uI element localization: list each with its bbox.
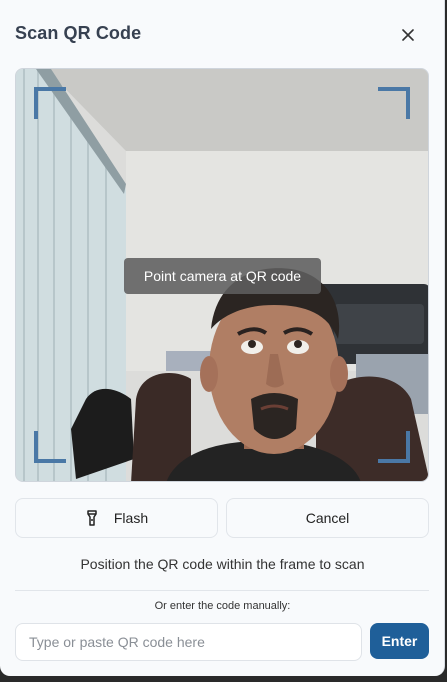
frame-corner-top-right <box>378 87 410 119</box>
flash-label: Flash <box>113 510 149 526</box>
cancel-label: Cancel <box>305 510 350 526</box>
flash-button[interactable]: Flash <box>15 498 218 538</box>
frame-corner-top-left <box>34 87 66 119</box>
manual-entry-label: Or enter the code manually: <box>154 600 291 612</box>
frame-corner-bottom-right <box>378 431 410 463</box>
close-icon <box>402 29 414 41</box>
scan-instructions: Position the QR code within the frame to… <box>80 556 365 572</box>
flashlight-icon <box>87 510 97 526</box>
camera-viewfinder: Point camera at QR code <box>15 68 429 482</box>
cancel-button[interactable]: Cancel <box>226 498 429 538</box>
close-button[interactable] <box>398 25 418 45</box>
divider <box>15 590 429 591</box>
qr-code-input[interactable] <box>15 623 362 661</box>
dialog-title: Scan QR Code <box>15 23 142 43</box>
frame-corner-bottom-left <box>34 431 66 463</box>
scan-hint-overlay: Point camera at QR code <box>124 258 321 294</box>
scan-qr-dialog: Scan QR Code Point camera at QR code Fla… <box>0 0 445 676</box>
enter-button[interactable]: Enter <box>370 623 429 659</box>
